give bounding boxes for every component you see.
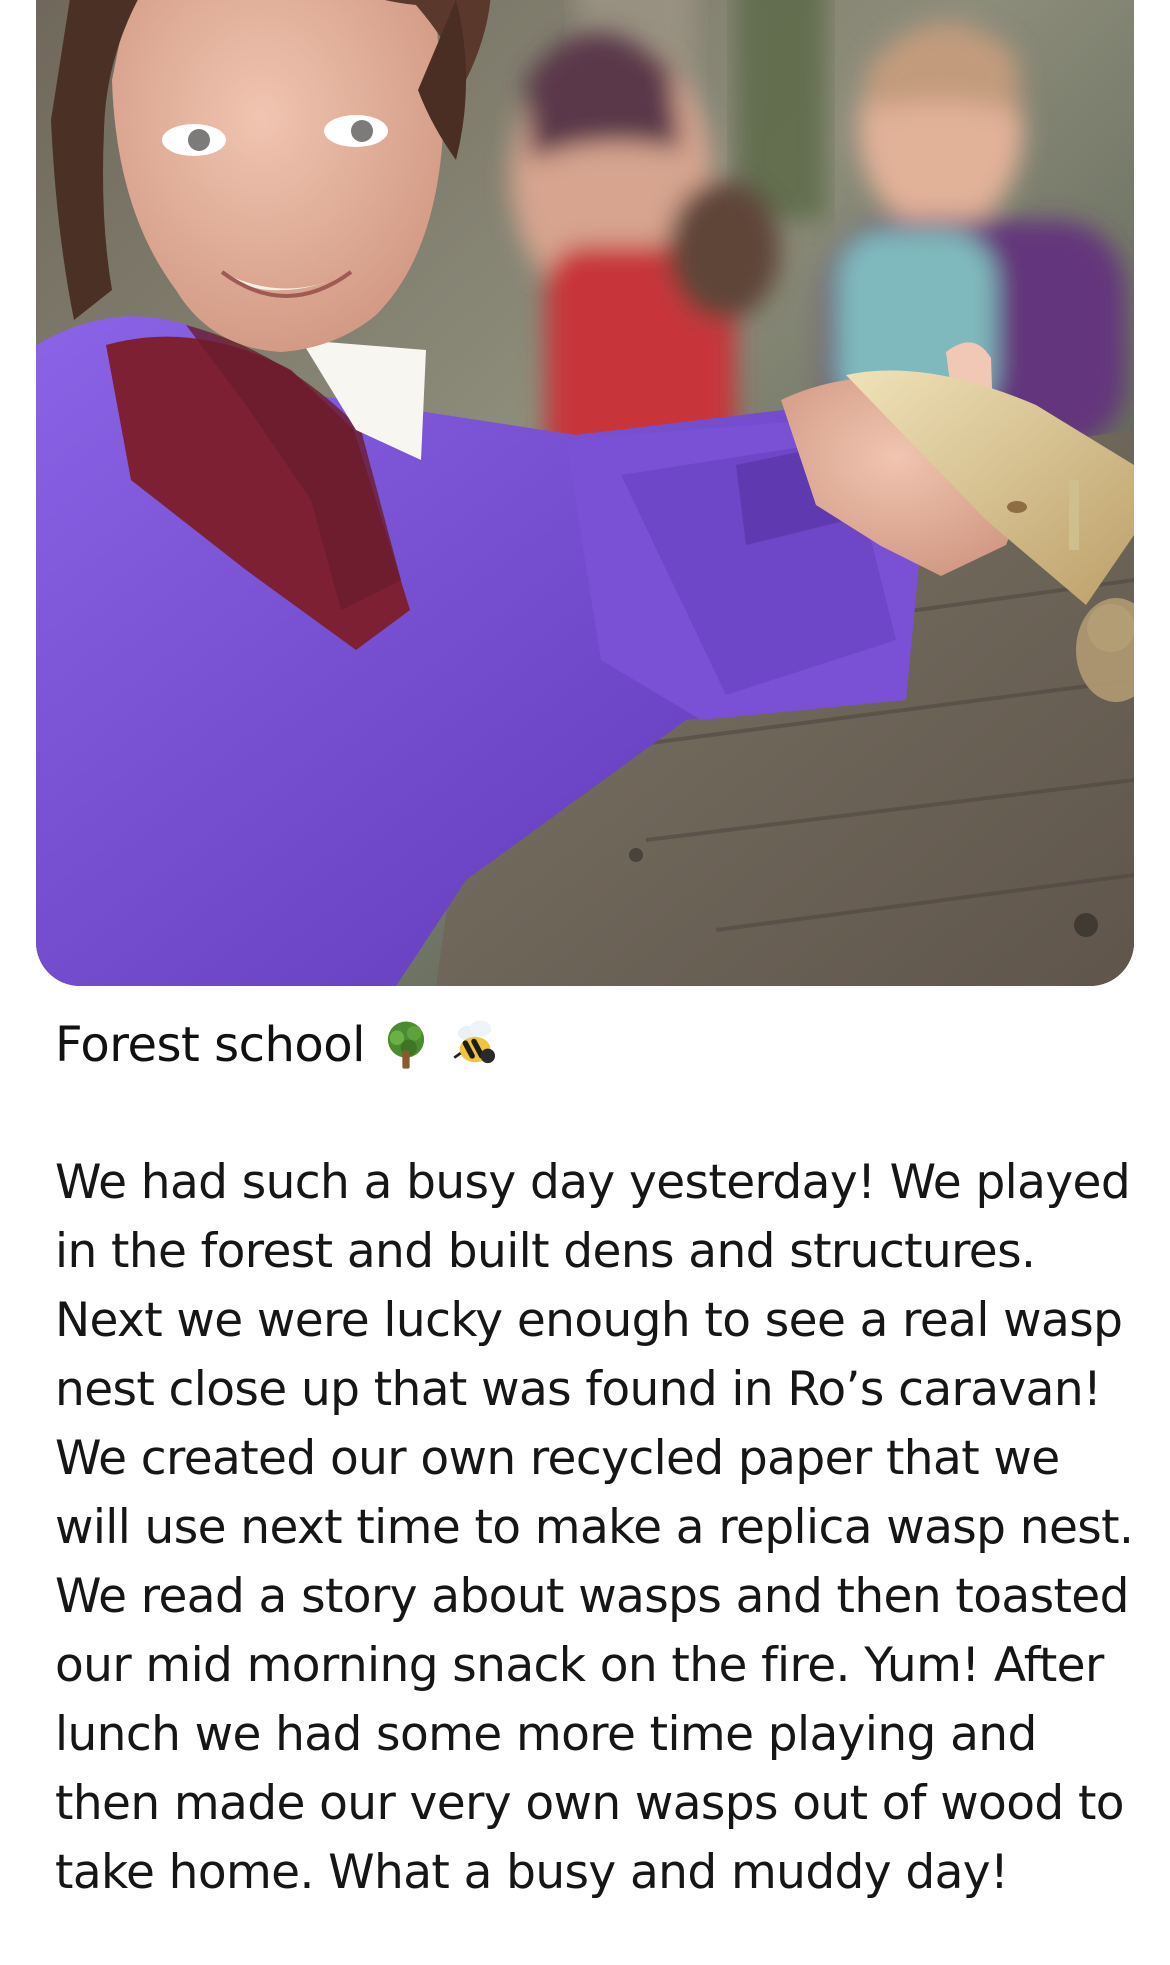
photo-illustration xyxy=(36,0,1134,986)
post-title-text: Forest school xyxy=(55,1017,365,1073)
tree-emoji-icon xyxy=(387,1021,425,1069)
post-title: Forest school xyxy=(55,1010,505,1080)
bee-emoji-icon xyxy=(453,1020,495,1064)
post-body: We had such a busy day yesterday! We pla… xyxy=(55,1155,1134,1900)
post-photo[interactable] xyxy=(36,0,1134,986)
